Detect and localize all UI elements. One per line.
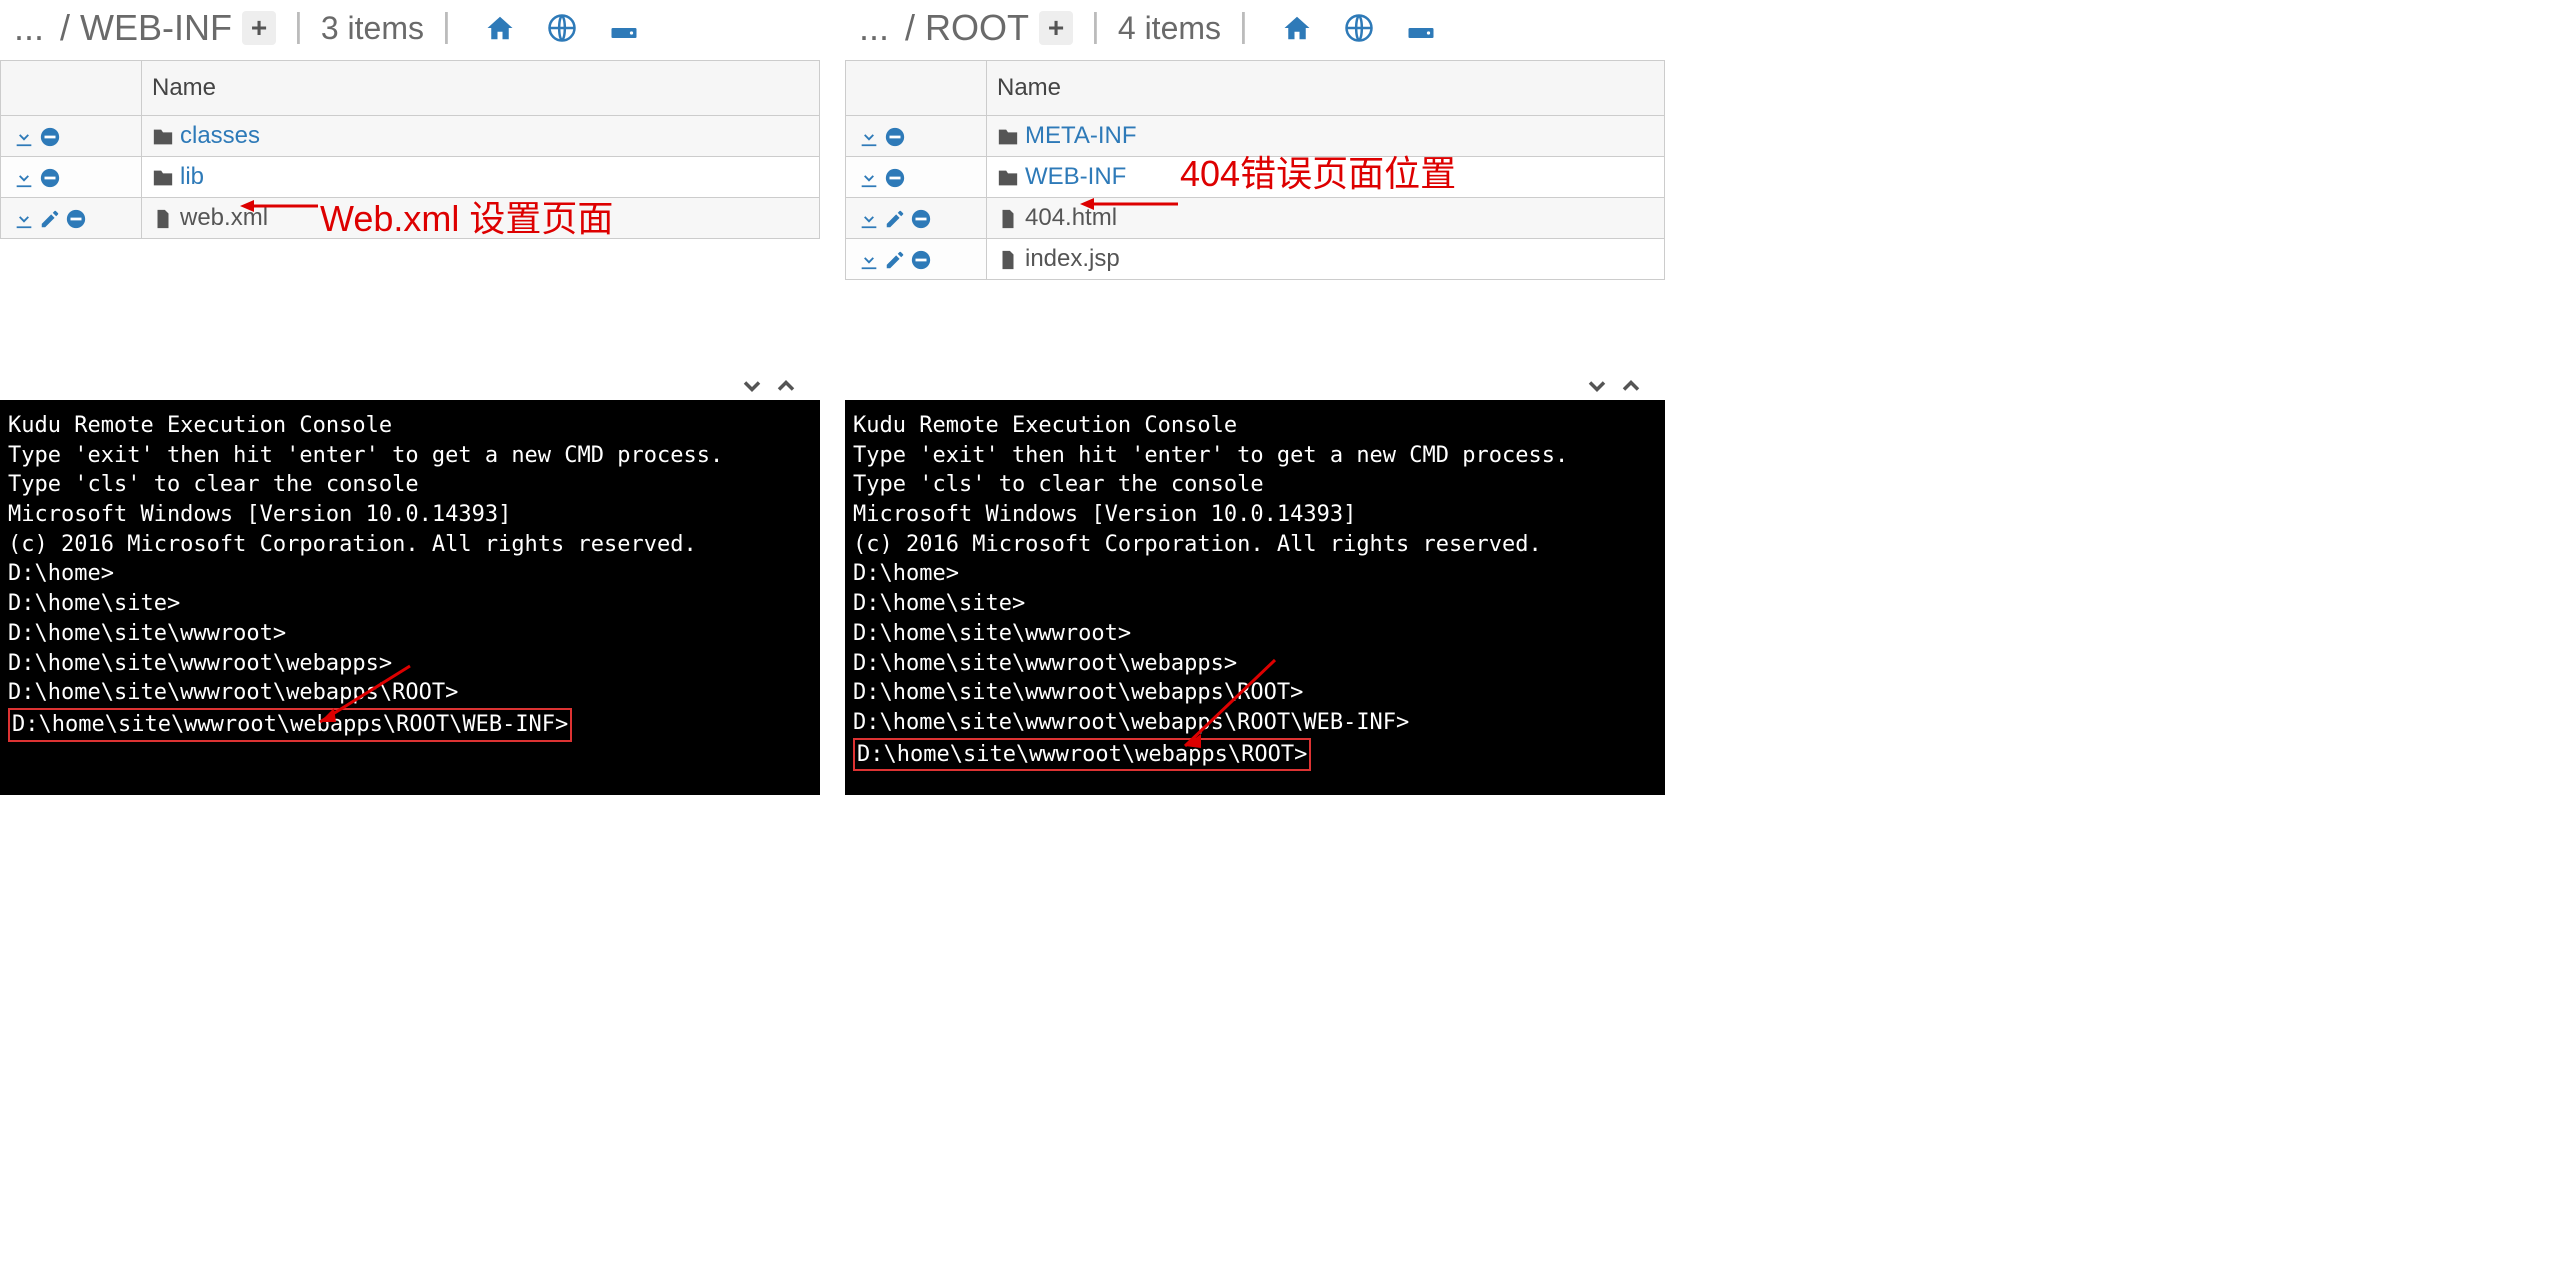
console-highlight: D:\home\site\wwwroot\webapps\ROOT\WEB-IN… (8, 708, 572, 742)
console-line: D:\home\site\wwwroot> (853, 619, 1657, 649)
add-button[interactable]: + (1039, 11, 1073, 45)
annotation-text: Web.xml 设置页面 (320, 190, 613, 242)
annotation-arrow (300, 666, 420, 741)
console-line: Type 'exit' then hit 'enter' to get a ne… (8, 441, 812, 471)
home-icon[interactable] (485, 13, 515, 43)
table-row: 404.html (846, 198, 1665, 239)
col-name[interactable]: Name (987, 61, 1665, 116)
table-row: index.jsp (846, 239, 1665, 280)
folder-icon (997, 167, 1019, 189)
console-line: Microsoft Windows [Version 10.0.14393] (853, 500, 1657, 530)
col-actions (1, 61, 142, 116)
folder-link[interactable]: lib (180, 163, 204, 190)
file-link[interactable]: index.jsp (1025, 245, 1120, 272)
console-line: Type 'cls' to clear the console (853, 470, 1657, 500)
breadcrumb-current: WEB-INF (80, 7, 232, 49)
console-chevrons[interactable] (1583, 372, 1645, 400)
annotation-text: 404错误页面位置 (1180, 145, 1456, 197)
console-line: D:\home> (853, 559, 1657, 589)
file-icon (997, 208, 1019, 230)
row-actions (846, 198, 987, 239)
item-count: 4 items (1118, 10, 1221, 47)
console-line: (c) 2016 Microsoft Corporation. All righ… (853, 530, 1657, 560)
delete-icon[interactable] (884, 167, 906, 189)
folder-icon (997, 126, 1019, 148)
download-icon[interactable] (858, 208, 880, 230)
globe-icon[interactable] (547, 13, 577, 43)
console-line: Kudu Remote Execution Console (853, 411, 1657, 441)
console-line: D:\home> (8, 559, 812, 589)
home-icon[interactable] (1282, 13, 1312, 43)
download-icon[interactable] (858, 249, 880, 271)
file-icon (152, 208, 174, 230)
console-line: (c) 2016 Microsoft Corporation. All righ… (8, 530, 812, 560)
breadcrumb-sep: / (895, 7, 925, 49)
row-actions (846, 157, 987, 198)
add-button[interactable]: + (242, 11, 276, 45)
folder-link[interactable]: META-INF (1025, 122, 1137, 149)
download-icon[interactable] (858, 126, 880, 148)
download-icon[interactable] (13, 126, 35, 148)
console-line: Type 'exit' then hit 'enter' to get a ne… (853, 441, 1657, 471)
console-line: D:\home\site> (853, 589, 1657, 619)
row-actions (1, 198, 142, 239)
annotation-arrow (1080, 194, 1180, 219)
delete-icon[interactable] (910, 249, 932, 271)
separator: | (1221, 7, 1266, 46)
col-actions (846, 61, 987, 116)
chevron-down-icon[interactable] (738, 372, 766, 400)
separator: | (424, 7, 469, 46)
edit-icon[interactable] (884, 249, 906, 271)
delete-icon[interactable] (65, 208, 87, 230)
console-line: Kudu Remote Execution Console (8, 411, 812, 441)
breadcrumb-bar: ... / WEB-INF + | 3 items | (0, 0, 820, 56)
disk-icon[interactable] (1406, 13, 1436, 43)
folder-icon (152, 167, 174, 189)
breadcrumb-ellipsis[interactable]: ... (8, 7, 50, 49)
disk-icon[interactable] (609, 13, 639, 43)
row-actions (1, 157, 142, 198)
annotation-arrow (1165, 660, 1285, 765)
row-actions (846, 239, 987, 280)
row-name[interactable]: index.jsp (987, 239, 1665, 280)
chevron-up-icon[interactable] (772, 372, 800, 400)
col-name[interactable]: Name (142, 61, 820, 116)
breadcrumb-sep: / (50, 7, 80, 49)
delete-icon[interactable] (884, 126, 906, 148)
folder-link[interactable]: classes (180, 122, 260, 149)
breadcrumb-ellipsis[interactable]: ... (853, 7, 895, 49)
breadcrumb-bar: ... / ROOT + | 4 items | (845, 0, 1665, 56)
separator: | (1073, 7, 1118, 46)
download-icon[interactable] (858, 167, 880, 189)
file-icon (997, 249, 1019, 271)
edit-icon[interactable] (884, 208, 906, 230)
edit-icon[interactable] (39, 208, 61, 230)
delete-icon[interactable] (910, 208, 932, 230)
row-actions (1, 116, 142, 157)
row-name[interactable]: classes (142, 116, 820, 157)
console-line: D:\home\site\wwwroot> (8, 619, 812, 649)
chevron-down-icon[interactable] (1583, 372, 1611, 400)
console-chevrons[interactable] (738, 372, 800, 400)
folder-icon (152, 126, 174, 148)
download-icon[interactable] (13, 167, 35, 189)
chevron-up-icon[interactable] (1617, 372, 1645, 400)
globe-icon[interactable] (1344, 13, 1374, 43)
table-row: classes (1, 116, 820, 157)
annotation-arrow (240, 196, 320, 221)
delete-icon[interactable] (39, 167, 61, 189)
folder-link[interactable]: WEB-INF (1025, 163, 1126, 190)
separator: | (276, 7, 321, 46)
console-line: D:\home\site> (8, 589, 812, 619)
console-line: Microsoft Windows [Version 10.0.14393] (8, 500, 812, 530)
download-icon[interactable] (13, 208, 35, 230)
item-count: 3 items (321, 10, 424, 47)
delete-icon[interactable] (39, 126, 61, 148)
console-line: Type 'cls' to clear the console (8, 470, 812, 500)
breadcrumb-current: ROOT (925, 7, 1029, 49)
row-actions (846, 116, 987, 157)
